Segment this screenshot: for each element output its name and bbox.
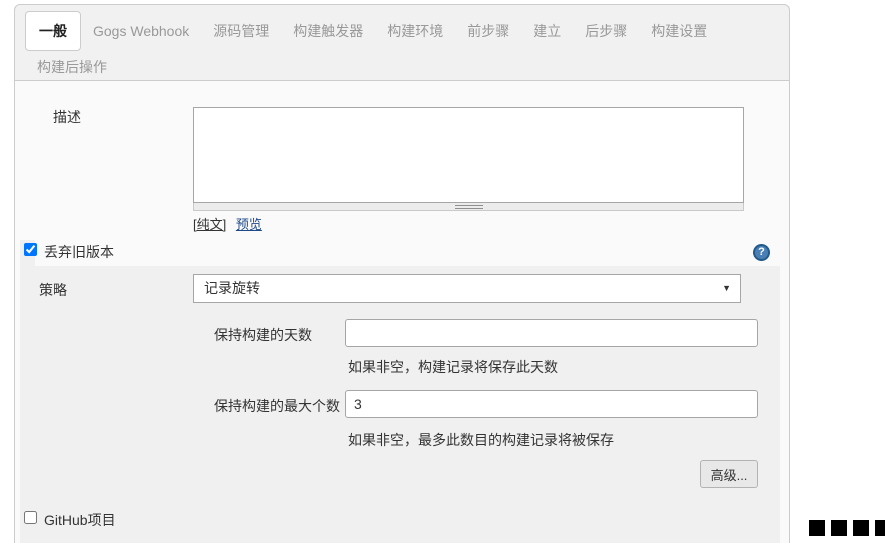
tab-build-settings[interactable]: 构建设置 [639, 12, 719, 50]
discard-old-builds-label: 丢弃旧版本 [44, 244, 114, 260]
tab-row-2: 构建后操作 [25, 55, 119, 79]
description-textarea[interactable] [193, 107, 744, 203]
textarea-resize-handle[interactable] [193, 203, 744, 211]
max-builds-input[interactable] [345, 390, 758, 418]
black-square [809, 520, 825, 536]
description-format-links: [纯文] 预览 [193, 214, 262, 233]
tab-general[interactable]: 一般 [25, 11, 81, 51]
tab-pre-steps[interactable]: 前步骤 [455, 12, 521, 50]
strategy-select[interactable]: 记录旋转 ▼ [193, 274, 741, 303]
tab-source-management[interactable]: 源码管理 [201, 12, 281, 50]
config-content-panel: 描述 [纯文] 预览 丢弃旧版本 ? 策略 记录旋转 ▼ 保持构建的天数 如果非… [14, 81, 790, 543]
resize-grip-icon [454, 204, 483, 209]
preview-link[interactable]: 预览 [236, 217, 262, 232]
help-icon[interactable]: ? [753, 244, 770, 261]
max-builds-help: 如果非空，最多此数目的构建记录将被保存 [348, 432, 614, 448]
chevron-down-icon: ▼ [722, 283, 731, 293]
advanced-button[interactable]: 高级... [700, 460, 758, 488]
max-builds-label: 保持构建的最大个数 [214, 398, 340, 414]
black-square [831, 520, 847, 536]
tab-row-1: 一般 Gogs Webhook 源码管理 构建触发器 构建环境 前步骤 建立 后… [25, 11, 719, 51]
discard-old-builds-checkbox[interactable] [24, 243, 37, 256]
days-to-keep-help: 如果非空，构建记录将保存此天数 [348, 359, 558, 375]
jenkins-config-page: 一般 Gogs Webhook 源码管理 构建触发器 构建环境 前步骤 建立 后… [0, 0, 885, 543]
tab-build[interactable]: 建立 [521, 12, 573, 50]
description-label: 描述 [53, 109, 81, 125]
tab-build-environment[interactable]: 构建环境 [375, 12, 455, 50]
black-square [853, 520, 869, 536]
bottom-right-squares [809, 520, 885, 536]
strategy-label: 策略 [39, 282, 67, 298]
option-block-stripe [20, 240, 35, 543]
tab-build-triggers[interactable]: 构建触发器 [281, 12, 375, 50]
black-square [875, 520, 885, 536]
tab-post-steps[interactable]: 后步骤 [573, 12, 639, 50]
tab-gogs-webhook[interactable]: Gogs Webhook [81, 14, 201, 48]
plain-text-link[interactable]: [纯文] [193, 217, 226, 232]
github-project-label: GitHub项目 [44, 512, 116, 528]
days-to-keep-input[interactable] [345, 319, 758, 347]
github-project-checkbox[interactable] [24, 511, 37, 524]
days-to-keep-label: 保持构建的天数 [214, 327, 312, 343]
config-tab-bar: 一般 Gogs Webhook 源码管理 构建触发器 构建环境 前步骤 建立 后… [14, 4, 790, 81]
strategy-selected-value: 记录旋转 [204, 280, 260, 296]
